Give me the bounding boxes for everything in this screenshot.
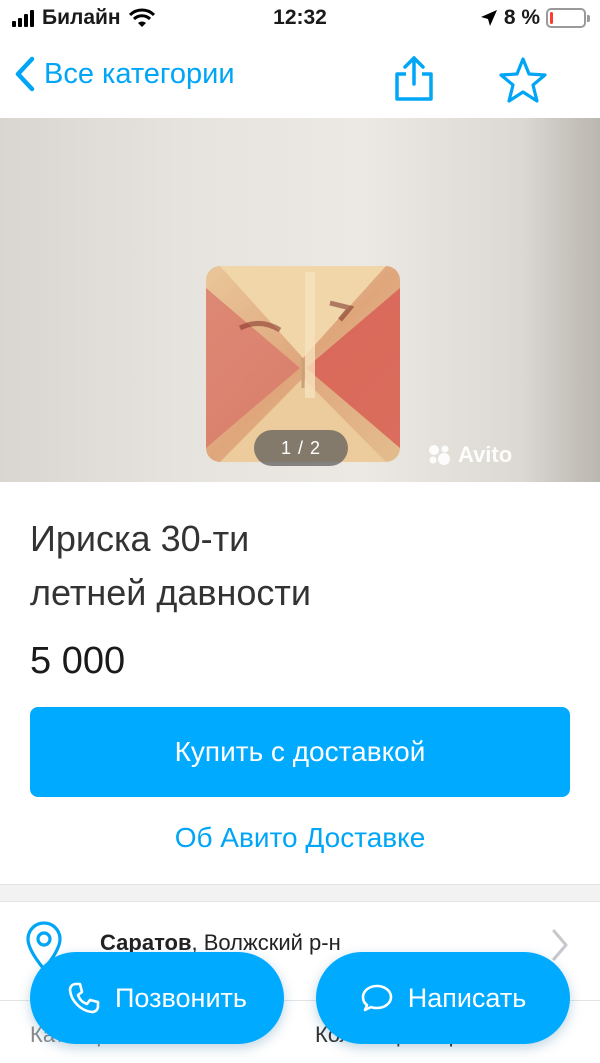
photo-counter: 1 / 2 [254, 430, 348, 466]
star-icon[interactable] [498, 56, 548, 104]
back-button[interactable]: Все категории [14, 56, 235, 92]
avito-watermark: Avito [426, 442, 512, 468]
call-button-label: Позвонить [115, 982, 247, 1013]
chevron-right-icon [552, 929, 568, 961]
battery-icon [546, 8, 590, 28]
call-button[interactable]: Позвонить [30, 952, 284, 1044]
photo-shade [520, 118, 600, 482]
back-label: Все категории [44, 57, 235, 90]
status-bar: Билайн 12:32 8 % [0, 0, 600, 40]
write-button-label: Написать [407, 982, 527, 1013]
watermark-text: Avito [458, 442, 513, 467]
avito-logo-icon [429, 445, 450, 465]
phone-icon [68, 982, 100, 1014]
battery-percent: 8 % [503, 6, 540, 29]
navigation-bar: Все категории [0, 40, 600, 118]
listing-title-line1: Ириска 30-ти [30, 518, 250, 559]
listing-title: Ириска 30-ти летней давности [30, 512, 570, 620]
listing-photo[interactable]: 1 / 2 Avito [0, 118, 600, 482]
status-right: 8 % [480, 6, 590, 30]
listing-title-line2: летней давности [30, 572, 311, 613]
about-delivery-link[interactable]: Об Авито Доставке [0, 822, 600, 854]
section-divider [0, 884, 600, 902]
chat-bubble-icon [361, 984, 393, 1012]
buy-with-delivery-button[interactable]: Купить с доставкой [30, 707, 570, 797]
battery-level [550, 12, 553, 24]
chevron-left-icon [15, 56, 35, 92]
location-arrow-icon [480, 10, 497, 26]
buy-button-label: Купить с доставкой [174, 736, 426, 767]
share-icon[interactable] [392, 54, 436, 102]
write-message-button[interactable]: Написать [316, 952, 570, 1044]
listing-price: 5 000 [30, 640, 126, 682]
